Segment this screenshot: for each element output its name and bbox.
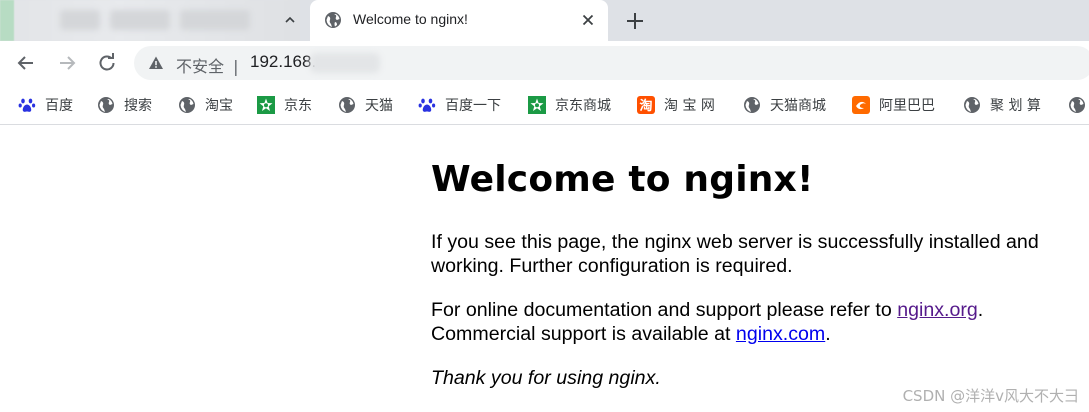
nginx-com-link[interactable]: nginx.com <box>736 323 825 345</box>
globe-icon <box>1068 96 1086 114</box>
bookmark-tmall[interactable]: 天猫 <box>338 95 393 115</box>
tab-strip: Welcome to nginx! <box>0 0 1089 41</box>
bookmark-jd[interactable]: 京东 <box>257 95 312 115</box>
globe-icon <box>963 96 981 114</box>
arrow-right-icon[interactable] <box>55 51 79 75</box>
bookmark-label: 淘宝 <box>205 98 233 114</box>
bookmark-baidu-yixia[interactable]: 百度一下 <box>418 95 501 115</box>
paw-icon <box>418 96 436 114</box>
reload-icon[interactable] <box>95 51 119 75</box>
bookmark-label: 淘 宝 网 <box>664 98 715 114</box>
globe-icon <box>743 96 761 114</box>
bookmark-taobao[interactable]: 淘宝 <box>178 95 233 115</box>
bookmark-label: 天猫 <box>365 98 393 114</box>
support-period: . <box>825 323 831 345</box>
bookmark-alibaba[interactable]: 阿里巴巴 <box>852 95 935 115</box>
bookmark-label: 聚 划 算 <box>990 98 1041 114</box>
bookmark-label: 百度 <box>45 98 73 114</box>
globe-icon <box>324 11 342 29</box>
tab-title: Welcome to nginx! <box>353 11 468 27</box>
security-label[interactable]: 不安全 | <box>176 53 239 77</box>
bookmark-label: 京东 <box>284 98 312 114</box>
bookmark-label: 京东商城 <box>555 98 611 114</box>
alibaba-icon <box>852 96 870 114</box>
support-text: Commercial support is available at <box>431 323 736 345</box>
docs-text: For online documentation and support ple… <box>431 299 898 321</box>
bookmark-baidu[interactable]: 百度 <box>18 95 73 115</box>
docs-paragraph: For online documentation and support ple… <box>431 298 1071 346</box>
url-redaction <box>310 53 380 73</box>
bookmark-juhuasuan[interactable]: 聚 划 算 <box>963 95 1041 115</box>
globe-icon <box>178 96 196 114</box>
bookmarks-bar: 百度 搜索 淘宝 京东 天猫 百度一下 京东商城 淘 淘 宝 网 天猫商城 阿里… <box>0 86 1089 125</box>
svg-text:淘: 淘 <box>639 98 652 114</box>
jd-icon <box>257 96 275 114</box>
blurred-tab[interactable] <box>0 0 300 41</box>
bookmark-label: 搜索 <box>124 98 152 114</box>
bookmark-taobao-wang[interactable]: 淘 淘 宝 网 <box>637 95 715 115</box>
address-bar[interactable]: 不安全 | 192.168. <box>134 46 1089 80</box>
close-icon[interactable] <box>578 10 598 30</box>
taobao-icon: 淘 <box>637 96 655 114</box>
tab-search-chevron-icon[interactable] <box>280 10 300 30</box>
bookmark-label: 阿里巴巴 <box>879 98 935 114</box>
globe-icon <box>338 96 356 114</box>
bookmark-search[interactable]: 搜索 <box>97 95 152 115</box>
nginx-org-link[interactable]: nginx.org <box>897 299 978 321</box>
bookmark-overflow[interactable] <box>1068 95 1089 115</box>
toolbar: 不安全 | 192.168. <box>0 41 1089 86</box>
bookmark-jd-mall[interactable]: 京东商城 <box>528 95 611 115</box>
arrow-left-icon[interactable] <box>14 51 38 75</box>
globe-icon <box>97 96 115 114</box>
warning-icon[interactable] <box>148 55 164 71</box>
page-title: Welcome to nginx! <box>431 159 814 200</box>
intro-paragraph: If you see this page, the nginx web serv… <box>431 231 1039 277</box>
watermark: CSDN @洋洋v风大不大彐 <box>902 387 1079 405</box>
bookmark-label: 天猫商城 <box>770 98 826 114</box>
jd-icon <box>528 96 546 114</box>
new-tab-plus-icon[interactable] <box>622 8 648 34</box>
url-text[interactable]: 192.168. <box>250 52 316 72</box>
paw-icon <box>18 96 36 114</box>
docs-period: . <box>977 299 984 321</box>
bookmark-label: 百度一下 <box>445 98 501 114</box>
bookmark-tmall-mall[interactable]: 天猫商城 <box>743 95 826 115</box>
tab-active[interactable]: Welcome to nginx! <box>310 0 608 41</box>
